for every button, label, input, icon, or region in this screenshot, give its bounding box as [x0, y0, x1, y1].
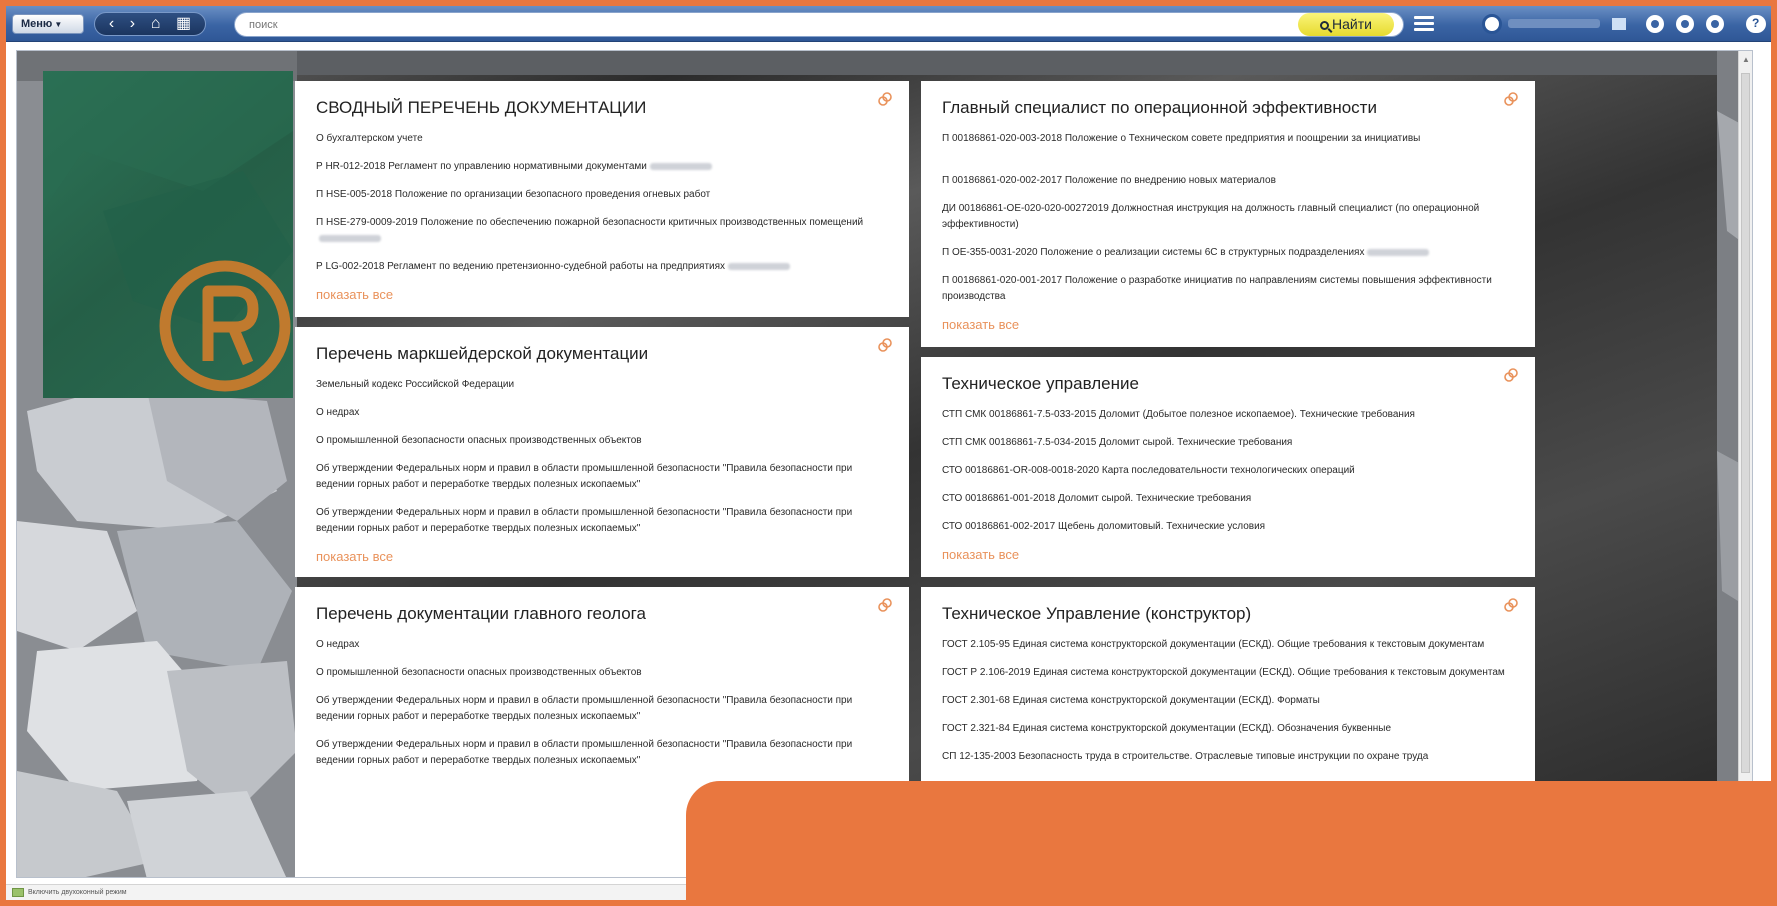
info-icon[interactable] [1706, 15, 1724, 33]
decorative-orange-shape [686, 781, 1777, 906]
scrollbar-thumb[interactable] [1741, 73, 1750, 773]
search-icon [1320, 21, 1330, 30]
company-logo-icon [43, 71, 293, 392]
back-icon[interactable]: ‹ [109, 13, 114, 35]
link-icon[interactable] [1503, 367, 1519, 383]
settings-icon[interactable] [1646, 15, 1664, 33]
search-input[interactable] [234, 12, 1404, 37]
redacted-text [319, 234, 381, 242]
doc-title: П ОЕ-355-0031-2020 Положение о реализаци… [942, 247, 1365, 258]
doc-item[interactable]: СТО 00186861-001-2018 Доломит сырой. Тех… [942, 491, 1515, 507]
link-icon[interactable] [1503, 597, 1519, 613]
doc-item[interactable]: Об утверждении Федеральных норм и правил… [316, 737, 889, 769]
card-title: Главный специалист по операционной эффек… [942, 98, 1377, 117]
doc-item[interactable]: СТП СМК 00186861-7.5-033-2015 Доломит (Д… [942, 407, 1515, 423]
card-summary-documentation: СВОДНЫЙ ПЕРЕЧЕНЬ ДОКУМЕНТАЦИИ О бухгалте… [295, 81, 909, 317]
doc-item[interactable]: О промышленной безопасности опасных прои… [316, 433, 889, 449]
top-toolbar: Меню▼ ‹ › ⌂ ▦ Найти username [6, 6, 1771, 42]
show-all-link[interactable]: показать все [316, 287, 889, 303]
window-icon[interactable] [1612, 18, 1626, 30]
redacted-text [649, 162, 712, 170]
vertical-scrollbar[interactable]: ▲ ▼ [1738, 51, 1752, 877]
doc-item[interactable]: ГОСТ Р 2.106-2019 Единая система констру… [942, 665, 1515, 681]
doc-item[interactable]: П 00186861-020-003-2018 Положение о Техн… [942, 131, 1515, 147]
redacted-text [1367, 248, 1430, 256]
clock-icon[interactable] [1676, 15, 1694, 33]
doc-item[interactable]: Об утверждении Федеральных норм и правил… [316, 693, 889, 725]
doc-item[interactable]: П HSE-279-0009-2019 Положение по обеспеч… [316, 215, 889, 247]
card-survey-documentation: Перечень маркшейдерской документации Зем… [295, 327, 909, 577]
show-all-link[interactable]: показать все [942, 547, 1515, 563]
apps-grid-icon[interactable]: ▦ [176, 13, 191, 35]
doc-item[interactable]: П ОЕ-355-0031-2020 Положение о реализаци… [942, 245, 1515, 261]
find-button[interactable]: Найти [1298, 13, 1394, 36]
show-all-link[interactable]: показать все [942, 317, 1515, 333]
doc-item[interactable]: ГОСТ 2.105-95 Единая система конструктор… [942, 637, 1515, 653]
doc-item[interactable]: Р LG-002-2018 Регламент по ведению прете… [316, 259, 889, 275]
card-title: Техническое Управление (конструктор) [942, 604, 1252, 623]
link-icon[interactable] [877, 597, 893, 613]
card-title: Перечень документации главного геолога [316, 604, 646, 623]
doc-item[interactable]: П 00186861-020-002-2017 Положение по вне… [942, 173, 1515, 189]
doc-title: Р LG-002-2018 Регламент по ведению прете… [316, 261, 726, 272]
card-title: Перечень маркшейдерской документации [316, 344, 649, 363]
home-icon[interactable]: ⌂ [151, 13, 161, 35]
doc-item[interactable]: СТО 00186861-OR-008-0018-2020 Карта посл… [942, 463, 1515, 479]
dual-mode-toggle[interactable]: Включить двухоконный режим [28, 889, 127, 896]
workspace: СВОДНЫЙ ПЕРЕЧЕНЬ ДОКУМЕНТАЦИИ О бухгалте… [16, 50, 1753, 878]
doc-title: Р HR-012-2018 Регламент по управлению но… [316, 161, 647, 172]
show-all-link[interactable]: показать все [316, 549, 889, 565]
doc-item[interactable]: О недрах [316, 637, 889, 653]
navigation-group: ‹ › ⌂ ▦ [94, 12, 206, 36]
doc-item[interactable]: Земельный кодекс Российской Федерации [316, 377, 889, 393]
company-logo-panel [43, 71, 293, 398]
doc-item[interactable]: ДИ 00186861-ОЕ-020-020-00272019 Должност… [942, 201, 1515, 233]
card-title: СВОДНЫЙ ПЕРЕЧЕНЬ ДОКУМЕНТАЦИИ [316, 98, 647, 117]
doc-item[interactable]: Об утверждении Федеральных норм и правил… [316, 461, 889, 493]
doc-item[interactable]: П 00186861-020-001-2017 Положение о разр… [942, 273, 1515, 305]
user-avatar-icon[interactable] [1482, 14, 1502, 34]
doc-title: П HSE-279-0009-2019 Положение по обеспеч… [316, 217, 864, 228]
menu-button[interactable]: Меню ▼ [12, 14, 84, 34]
link-icon[interactable] [877, 91, 893, 107]
hamburger-menu-icon[interactable] [1414, 16, 1434, 32]
dual-window-icon[interactable] [12, 888, 24, 897]
card-title: Техническое управление [942, 374, 1139, 393]
doc-item[interactable]: СТО 00186861-002-2017 Щебень доломитовый… [942, 519, 1515, 535]
doc-item[interactable]: О промышленной безопасности опасных прои… [316, 665, 889, 681]
card-technical-department: Техническое управление СТП СМК 00186861-… [921, 357, 1535, 577]
menu-label: Меню [21, 18, 53, 30]
doc-item[interactable]: СП 12-135-2003 Безопасность труда в стро… [942, 749, 1515, 765]
doc-item[interactable]: П HSE-005-2018 Положение по организации … [316, 187, 889, 203]
user-name[interactable]: username [1508, 19, 1600, 28]
redacted-text [728, 262, 791, 270]
doc-item[interactable]: О бухгалтерском учете [316, 131, 889, 147]
doc-item[interactable]: ГОСТ 2.321-84 Единая система конструктор… [942, 721, 1515, 737]
caret-down-icon: ▼ [54, 20, 63, 29]
help-chat-icon[interactable] [1746, 15, 1766, 33]
doc-item[interactable]: Р HR-012-2018 Регламент по управлению но… [316, 159, 889, 175]
doc-item[interactable]: О недрах [316, 405, 889, 421]
link-icon[interactable] [877, 337, 893, 353]
app-window: Меню▼ ‹ › ⌂ ▦ Найти username [6, 6, 1771, 900]
find-label: Найти [1332, 16, 1372, 32]
link-icon[interactable] [1503, 91, 1519, 107]
doc-item[interactable]: ГОСТ 2.301-68 Единая система конструктор… [942, 693, 1515, 709]
card-operational-efficiency: Главный специалист по операционной эффек… [921, 81, 1535, 347]
doc-item[interactable]: СТП СМК 00186861-7.5-034-2015 Доломит сы… [942, 435, 1515, 451]
scroll-up-icon[interactable]: ▲ [1742, 55, 1750, 64]
forward-icon[interactable]: › [130, 13, 135, 35]
doc-item[interactable]: Об утверждении Федеральных норм и правил… [316, 505, 889, 537]
